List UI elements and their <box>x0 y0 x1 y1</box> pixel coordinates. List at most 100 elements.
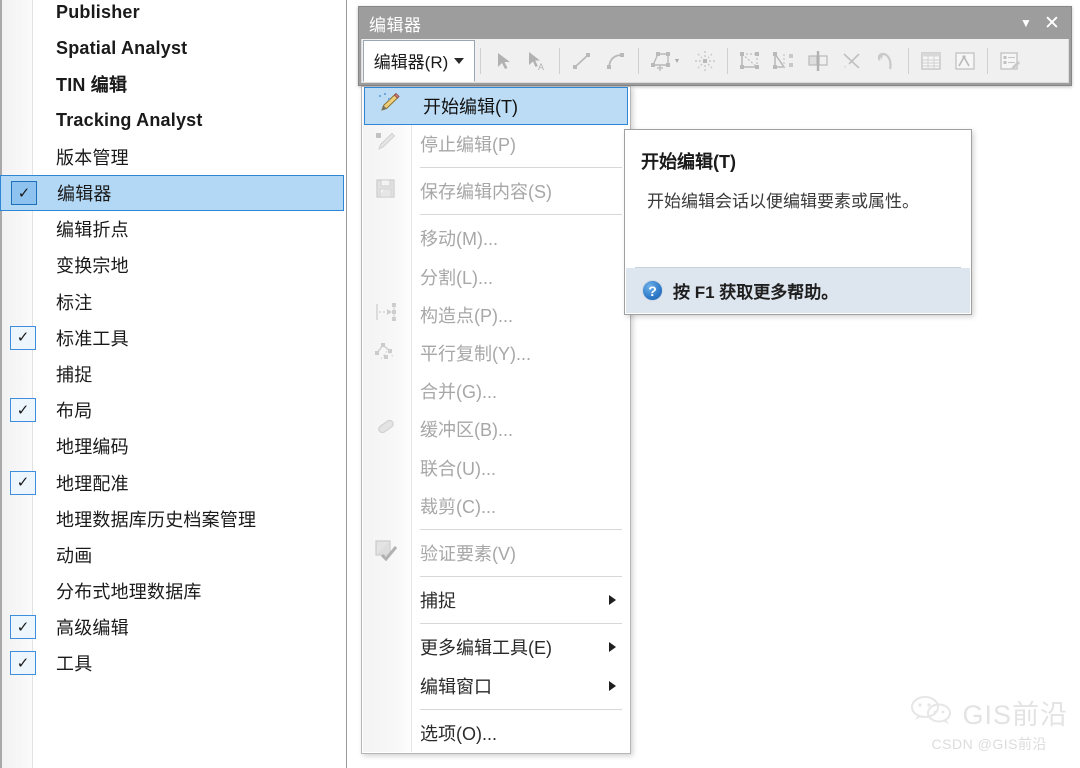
menu-separator <box>362 210 630 219</box>
menu-item-label: 分割(L)... <box>420 267 494 288</box>
editor-menu-button[interactable]: 编辑器(R) <box>363 39 475 82</box>
checkbox-empty[interactable] <box>10 253 36 277</box>
menu-item-icon-slot <box>362 300 410 329</box>
editor-dropdown-menu[interactable]: 开始编辑(T) 停止编辑(P) 保存编辑内容(S) 移动(M)... 分割(L)... 构… <box>361 86 631 754</box>
checkbox-checked-icon[interactable]: ✓ <box>10 325 36 350</box>
toolbar-list-item[interactable]: 版本管理 <box>0 139 346 175</box>
menu-item-label: 开始编辑(T) <box>423 97 518 117</box>
menu-item: 分割(L)... <box>362 258 630 296</box>
checkbox-empty[interactable] <box>10 434 36 458</box>
toolbars-list-menu[interactable]: Publisher Spatial Analyst TIN 编辑 Tracking A… <box>0 0 347 768</box>
checkbox-empty[interactable] <box>10 217 36 241</box>
toolbar-list-item[interactable]: 分布式地理数据库 <box>0 573 346 609</box>
toolbar-list-item[interactable]: 动画 <box>0 537 346 573</box>
toolbar-separator <box>480 47 481 74</box>
menu-item-icon-slot <box>362 538 410 567</box>
toolbar-list-item[interactable]: ✓ 标准工具 <box>0 320 346 356</box>
toolbar-list-item-label: 编辑折点 <box>56 220 129 241</box>
tooltip-body: 开始编辑会话以便编辑要素或属性。 <box>647 192 919 211</box>
checkbox-empty[interactable] <box>10 36 36 60</box>
editor-window-title: 编辑器 <box>369 15 422 35</box>
menu-item[interactable]: 捕捉 <box>362 581 630 619</box>
checkbox-empty[interactable] <box>10 579 36 603</box>
rotate-icon[interactable] <box>688 44 722 78</box>
menu-item: 保存编辑内容(S) <box>362 172 630 210</box>
create-features-icon[interactable] <box>993 44 1027 78</box>
toolbar-list-item[interactable]: 标注 <box>0 284 346 320</box>
editor-toolbar-window[interactable]: 编辑器 ▼ ✕ 编辑器(R) A <box>358 6 1072 86</box>
toolbar-list-item[interactable]: ✓ 工具 <box>0 645 346 681</box>
curve-segment-icon[interactable] <box>599 44 633 78</box>
toolbar-list-item[interactable]: Publisher <box>0 0 346 30</box>
toolbar-list-item[interactable]: 地理编码 <box>0 428 346 464</box>
toolbar-list-item-label: 地理数据库历史档案管理 <box>56 509 257 530</box>
checkbox-checked-icon[interactable]: ✓ <box>10 470 36 495</box>
toolbar-separator <box>987 47 988 74</box>
reshape-feature-icon[interactable] <box>869 44 903 78</box>
toolbar-list-item[interactable]: 编辑折点 <box>0 211 346 247</box>
split-tool-icon[interactable] <box>767 44 801 78</box>
stop-editing-icon <box>373 130 399 159</box>
toolbar-list-item[interactable]: 变换宗地 <box>0 247 346 283</box>
tooltip-popup: 开始编辑(T) 开始编辑会话以便编辑要素或属性。 ? 按 F1 获取更多帮助。 <box>624 129 972 315</box>
checkbox-empty[interactable] <box>10 507 36 531</box>
submenu-arrow-icon <box>609 595 616 606</box>
toolbar-list-item-label: 编辑器 <box>57 184 112 205</box>
toolbar-list-item[interactable]: 地理数据库历史档案管理 <box>0 501 346 537</box>
mirror-features-icon[interactable] <box>801 44 835 78</box>
checkbox-empty[interactable] <box>10 362 36 386</box>
toolbar-list-item[interactable]: TIN 编辑 <box>0 66 346 102</box>
menu-item[interactable]: 选项(O)... <box>362 714 630 752</box>
menu-item[interactable]: 编辑窗口 <box>362 666 630 704</box>
chevron-down-icon[interactable]: ▼ <box>1013 11 1039 35</box>
toolbar-list-item[interactable]: Tracking Analyst <box>0 103 346 139</box>
checkbox-empty[interactable] <box>10 290 36 314</box>
toolbar-list-item-label: 布局 <box>56 401 93 422</box>
menu-item-icon-slot <box>365 92 413 121</box>
menu-item: 联合(U)... <box>362 449 630 487</box>
toolbar-list-item-label: 地理编码 <box>56 437 129 458</box>
svg-text:A: A <box>538 62 544 72</box>
toolbar-list-item[interactable]: ✓ 高级编辑 <box>0 609 346 645</box>
checkbox-checked-icon[interactable]: ✓ <box>10 651 36 676</box>
checkbox-empty[interactable] <box>10 145 36 169</box>
construct-polygon-icon[interactable] <box>644 44 688 78</box>
sketch-properties-icon[interactable] <box>948 44 982 78</box>
edit-annotation-tool-icon[interactable]: A <box>520 44 554 78</box>
trace-icon[interactable] <box>733 44 767 78</box>
toolbar-list-item-label: Tracking Analyst <box>56 110 203 131</box>
editor-toolbar-strip: 编辑器(R) A <box>361 39 1069 83</box>
menu-item: 缓冲区(B)... <box>362 410 630 448</box>
checkbox-checked-icon[interactable]: ✓ <box>10 615 36 640</box>
editor-window-titlebar[interactable]: 编辑器 ▼ ✕ <box>359 7 1071 39</box>
watermark-subtitle: CSDN @GIS前沿 <box>931 736 1047 752</box>
menu-item[interactable]: 开始编辑(T) <box>364 87 628 125</box>
menu-item-icon-slot <box>362 130 410 159</box>
toolbar-list-item[interactable]: Spatial Analyst <box>0 30 346 66</box>
menu-item-icon-slot <box>362 415 410 444</box>
toolbar-list-item[interactable]: ✓ 地理配准 <box>0 464 346 500</box>
toolbar-list-item[interactable]: ✓ 布局 <box>0 392 346 428</box>
menu-item: 移动(M)... <box>362 219 630 257</box>
checkbox-empty[interactable] <box>10 543 36 567</box>
toolbar-list-item[interactable]: ✓ 编辑器 <box>0 174 344 212</box>
toolbar-list-item-label: 标注 <box>56 292 93 313</box>
checkbox-empty[interactable] <box>10 0 36 24</box>
submenu-arrow-icon <box>609 680 616 691</box>
menu-item[interactable]: 更多编辑工具(E) <box>362 628 630 666</box>
toolbar-list-item-label: 捕捉 <box>56 364 93 385</box>
menu-item-label: 保存编辑内容(S) <box>420 182 552 203</box>
close-icon[interactable]: ✕ <box>1039 11 1065 35</box>
toolbar-list-item[interactable]: 捕捉 <box>0 356 346 392</box>
toolbar-list-item-label: Spatial Analyst <box>56 37 188 58</box>
edit-tool-icon[interactable] <box>486 44 520 78</box>
cut-polygons-icon[interactable] <box>835 44 869 78</box>
checkbox-empty[interactable] <box>10 72 36 96</box>
menu-item-label: 平行复制(Y)... <box>420 344 531 365</box>
checkbox-empty[interactable] <box>10 109 36 133</box>
menu-item-label: 合并(G)... <box>420 382 497 403</box>
straight-segment-icon[interactable] <box>565 44 599 78</box>
attributes-table-icon[interactable] <box>914 44 948 78</box>
checkbox-checked-icon[interactable]: ✓ <box>11 181 37 206</box>
checkbox-checked-icon[interactable]: ✓ <box>10 398 36 423</box>
